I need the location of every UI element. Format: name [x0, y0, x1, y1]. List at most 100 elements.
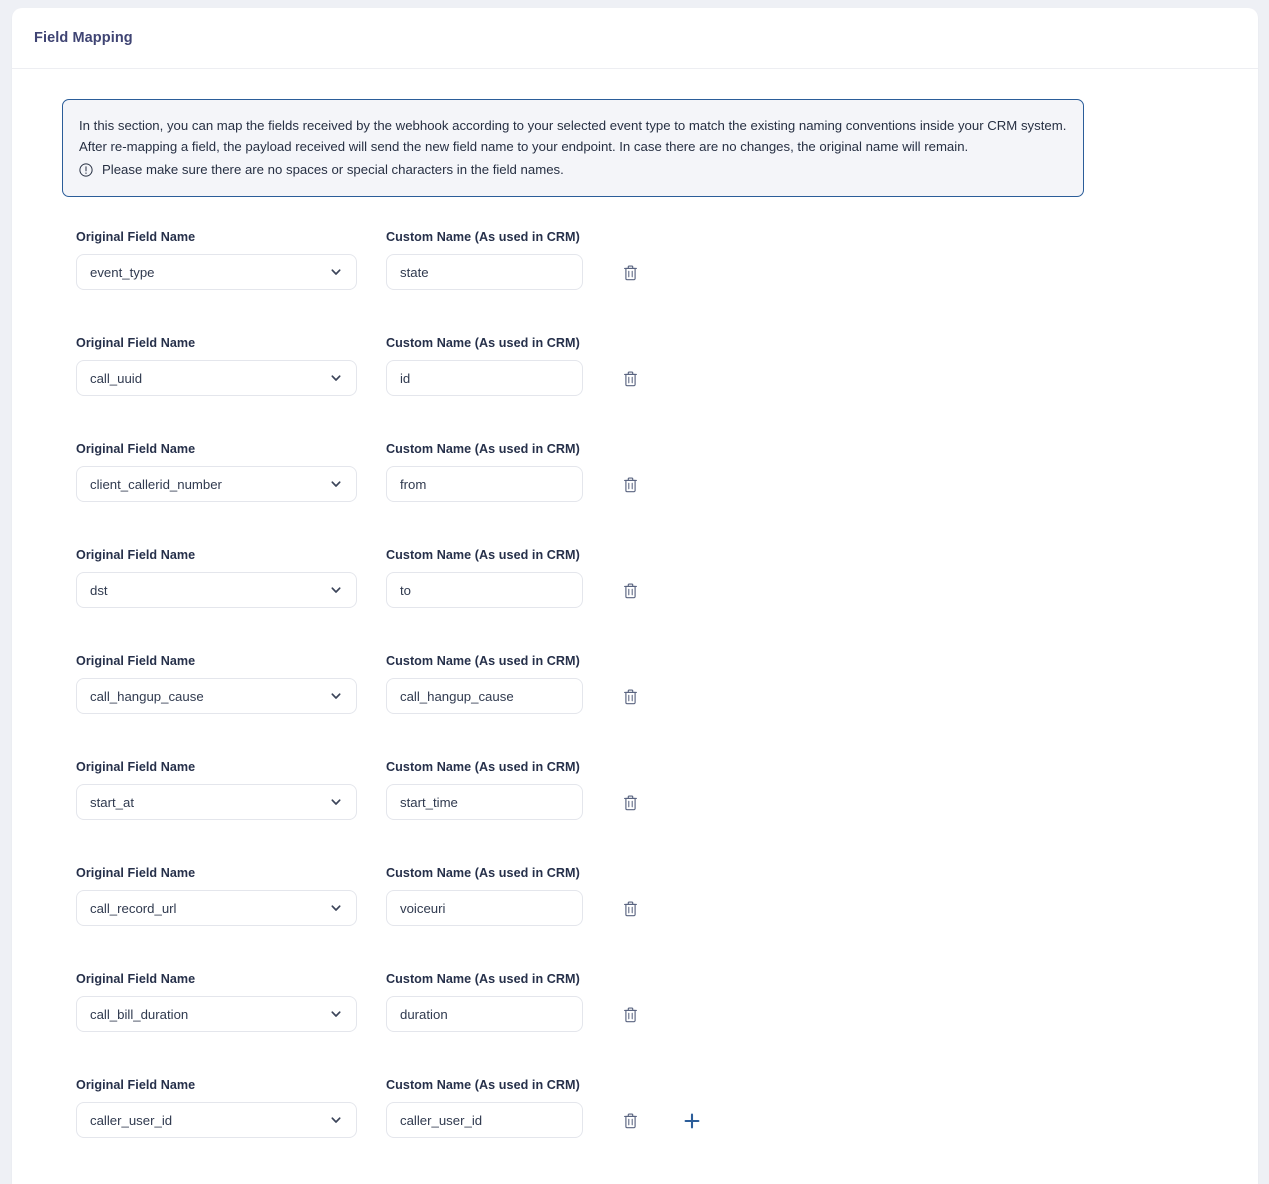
original-field-label: Original Field Name	[76, 654, 196, 668]
original-field-select[interactable]: call_bill_duration	[76, 996, 357, 1032]
original-field-value: dst	[90, 582, 108, 598]
original-field-label: Original Field Name	[76, 1078, 196, 1092]
info-circle-icon	[79, 162, 93, 177]
original-field-select[interactable]: call_hangup_cause	[76, 678, 357, 714]
field-mapping-row-2: Original Field Name client_callerid_numb…	[12, 442, 1258, 548]
info-banner-note-text: Please make sure there are no spaces or …	[102, 162, 564, 177]
original-field-value: call_uuid	[90, 370, 143, 386]
original-field-label: Original Field Name	[76, 442, 196, 456]
original-field-select[interactable]: client_callerid_number	[76, 466, 357, 502]
original-field-select[interactable]: dst	[76, 572, 357, 608]
chevron-down-icon	[329, 265, 343, 279]
chevron-down-icon	[329, 371, 343, 385]
original-field-column: Original Field Name start_at	[76, 760, 357, 820]
delete-row-button[interactable]	[608, 362, 652, 396]
delete-row-button[interactable]	[608, 786, 652, 820]
original-field-value: caller_user_id	[90, 1112, 173, 1128]
original-field-select[interactable]: call_record_url	[76, 890, 357, 926]
original-field-value: call_bill_duration	[90, 1006, 189, 1022]
add-row-button[interactable]	[670, 1104, 714, 1138]
original-field-value: call_hangup_cause	[90, 688, 204, 704]
delete-row-button[interactable]	[608, 892, 652, 926]
original-field-value: start_at	[90, 794, 134, 810]
delete-row-button[interactable]	[608, 680, 652, 714]
original-field-column: Original Field Name call_bill_duration	[76, 972, 357, 1032]
row-actions	[608, 256, 652, 290]
delete-row-button[interactable]	[608, 256, 652, 290]
custom-name-column: Custom Name (As used in CRM)	[386, 336, 583, 396]
custom-name-input[interactable]	[400, 264, 569, 280]
custom-name-field[interactable]	[386, 890, 583, 926]
custom-name-label: Custom Name (As used in CRM)	[386, 1078, 580, 1092]
custom-name-label: Custom Name (As used in CRM)	[386, 548, 580, 562]
info-banner: In this section, you can map the fields …	[62, 99, 1084, 197]
custom-name-column: Custom Name (As used in CRM)	[386, 972, 583, 1032]
custom-name-input[interactable]	[400, 900, 569, 916]
custom-name-field[interactable]	[386, 572, 583, 608]
custom-name-field[interactable]	[386, 1102, 583, 1138]
field-mapping-row-1: Original Field Name call_uuid Custom Nam…	[12, 336, 1258, 442]
custom-name-input[interactable]	[400, 794, 569, 810]
custom-name-column: Custom Name (As used in CRM)	[386, 1078, 583, 1138]
custom-name-field[interactable]	[386, 678, 583, 714]
custom-name-column: Custom Name (As used in CRM)	[386, 760, 583, 820]
delete-row-button[interactable]	[608, 468, 652, 502]
row-actions	[608, 362, 652, 396]
custom-name-input[interactable]	[400, 1112, 569, 1128]
field-mapping-card: Field Mapping In this section, you can m…	[12, 8, 1258, 1184]
chevron-down-icon	[329, 1007, 343, 1021]
original-field-value: client_callerid_number	[90, 476, 222, 492]
custom-name-input[interactable]	[400, 688, 569, 704]
field-mapping-row-3: Original Field Name dst Custom Name (As …	[12, 548, 1258, 654]
custom-name-label: Custom Name (As used in CRM)	[386, 760, 580, 774]
original-field-select[interactable]: call_uuid	[76, 360, 357, 396]
custom-name-field[interactable]	[386, 360, 583, 396]
original-field-select[interactable]: caller_user_id	[76, 1102, 357, 1138]
custom-name-field[interactable]	[386, 996, 583, 1032]
chevron-down-icon	[329, 583, 343, 597]
custom-name-field[interactable]	[386, 466, 583, 502]
chevron-down-icon	[329, 1113, 343, 1127]
original-field-select[interactable]: event_type	[76, 254, 357, 290]
original-field-column: Original Field Name call_hangup_cause	[76, 654, 357, 714]
custom-name-input[interactable]	[400, 582, 569, 598]
original-field-column: Original Field Name event_type	[76, 230, 357, 290]
original-field-value: event_type	[90, 264, 155, 280]
page-title: Field Mapping	[34, 30, 133, 46]
row-actions	[608, 786, 652, 820]
custom-name-input[interactable]	[400, 476, 569, 492]
delete-row-button[interactable]	[608, 998, 652, 1032]
custom-name-label: Custom Name (As used in CRM)	[386, 866, 580, 880]
row-actions	[608, 1104, 714, 1138]
original-field-select[interactable]: start_at	[76, 784, 357, 820]
original-field-label: Original Field Name	[76, 760, 196, 774]
original-field-column: Original Field Name dst	[76, 548, 357, 608]
field-mapping-row-5: Original Field Name start_at Custom Name…	[12, 760, 1258, 866]
original-field-column: Original Field Name call_uuid	[76, 336, 357, 396]
original-field-label: Original Field Name	[76, 972, 196, 986]
custom-name-column: Custom Name (As used in CRM)	[386, 230, 583, 290]
custom-name-label: Custom Name (As used in CRM)	[386, 972, 580, 986]
original-field-column: Original Field Name caller_user_id	[76, 1078, 357, 1138]
custom-name-field[interactable]	[386, 784, 583, 820]
info-banner-paragraph: In this section, you can map the fields …	[79, 118, 1067, 154]
custom-name-label: Custom Name (As used in CRM)	[386, 442, 580, 456]
delete-row-button[interactable]	[608, 574, 652, 608]
chevron-down-icon	[329, 901, 343, 915]
custom-name-field[interactable]	[386, 254, 583, 290]
row-actions	[608, 998, 652, 1032]
delete-row-button[interactable]	[608, 1104, 652, 1138]
custom-name-input[interactable]	[400, 1006, 569, 1022]
custom-name-label: Custom Name (As used in CRM)	[386, 336, 580, 350]
info-banner-note: Please make sure there are no spaces or …	[79, 159, 1067, 180]
field-mapping-row-8: Original Field Name caller_user_id Custo…	[12, 1078, 1258, 1184]
custom-name-input[interactable]	[400, 370, 569, 386]
row-actions	[608, 468, 652, 502]
custom-name-label: Custom Name (As used in CRM)	[386, 230, 580, 244]
chevron-down-icon	[329, 477, 343, 491]
original-field-label: Original Field Name	[76, 866, 196, 880]
original-field-label: Original Field Name	[76, 230, 196, 244]
original-field-label: Original Field Name	[76, 336, 196, 350]
chevron-down-icon	[329, 689, 343, 703]
field-mapping-row-6: Original Field Name call_record_url Cust…	[12, 866, 1258, 972]
